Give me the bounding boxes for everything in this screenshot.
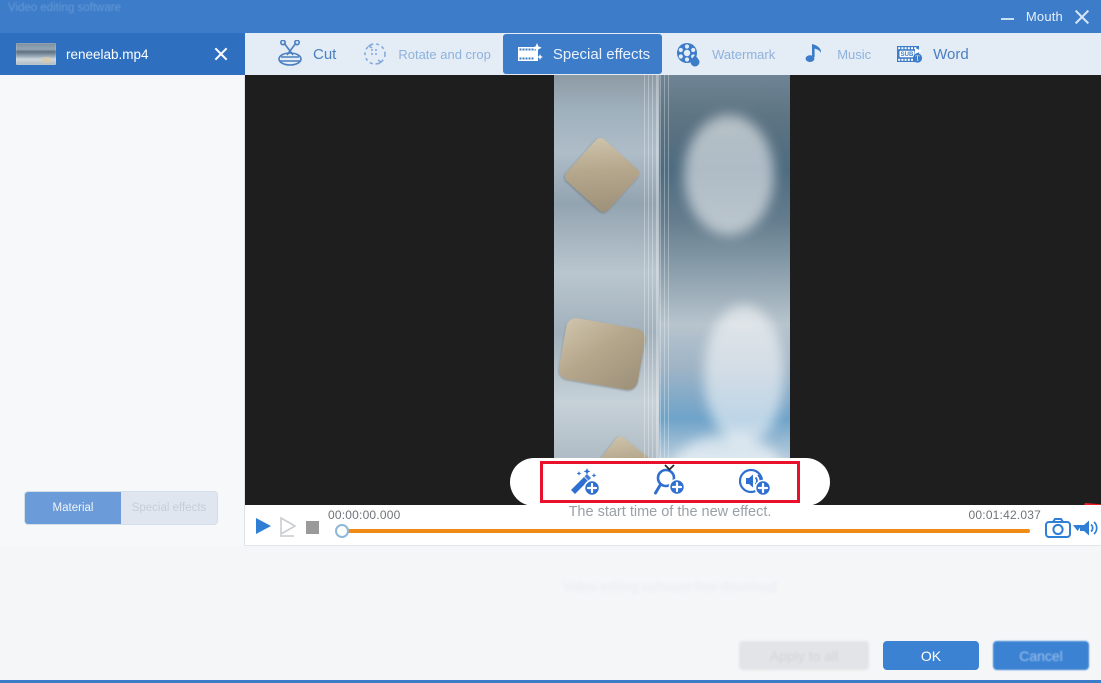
step-forward-icon[interactable] <box>278 516 300 538</box>
tab-rotate-and-crop[interactable]: Rotate and crop <box>348 34 503 74</box>
tab-word[interactable]: SUB T Word <box>883 34 981 74</box>
preview-cloud <box>684 115 774 235</box>
music-note-icon <box>799 40 829 68</box>
volume-icon[interactable] <box>1079 519 1099 537</box>
left-tab-material[interactable]: Material <box>25 492 121 524</box>
stop-icon[interactable] <box>306 521 319 534</box>
minimize-icon[interactable] <box>1000 10 1016 24</box>
tab-special-effects[interactable]: Special effects <box>502 34 663 74</box>
preview-cloud <box>704 305 784 445</box>
chevron-down-icon[interactable] <box>664 464 675 471</box>
subtitle-icon: SUB T <box>895 40 925 68</box>
bottom-pane: Video editing software free download App… <box>0 546 1101 683</box>
tab-word-label: Word <box>933 45 969 63</box>
rotate-icon <box>360 40 390 68</box>
file-tab[interactable]: reneelab.mp4 <box>0 33 245 75</box>
add-filter-effect-button[interactable] <box>565 466 605 498</box>
bottom-watermark-text: Video editing software free download <box>563 579 777 594</box>
file-tab-label: reneelab.mp4 <box>66 46 149 62</box>
timeline-track[interactable] <box>345 529 1030 533</box>
file-thumbnail <box>16 43 56 65</box>
main-toolbar: Cut Rotate and crop Special effects Wate… <box>245 33 1101 75</box>
file-tab-close-icon[interactable] <box>213 46 229 62</box>
tab-music-label: Music <box>837 46 872 62</box>
speaker-plus-icon <box>738 468 771 497</box>
window-controls: Mouth <box>1000 0 1091 33</box>
film-sparkle-icon <box>515 40 545 68</box>
tab-special-effects-label: Special effects <box>552 45 651 63</box>
tab-cut[interactable]: Cut <box>263 34 348 74</box>
scissors-icon <box>275 39 305 68</box>
annotation-arrow-icon <box>1084 503 1101 505</box>
total-time-label: 00:01:42.037 <box>968 508 1041 522</box>
magic-wand-plus-icon <box>571 468 601 497</box>
magnifier-plus-icon <box>653 468 686 496</box>
film-droplet-icon <box>674 40 704 68</box>
tab-music[interactable]: Music <box>787 34 883 74</box>
preview-seam <box>657 75 660 505</box>
play-icon[interactable] <box>253 516 273 536</box>
ok-button[interactable]: OK <box>883 641 979 670</box>
timeline-playhead[interactable] <box>335 524 349 538</box>
transport-bar: 00:00:00.000 00:01:42.037 <box>245 505 1101 546</box>
snapshot-icon[interactable] <box>1045 518 1071 538</box>
add-volume-effect-button[interactable] <box>735 466 775 498</box>
video-editor-window: Video editing software Mouth reneelab.mp… <box>0 0 1101 683</box>
video-preview[interactable] <box>554 75 790 505</box>
tab-watermark[interactable]: Watermark <box>662 34 787 74</box>
apply-to-all-button[interactable]: Apply to all <box>739 641 869 670</box>
preview-stage <box>245 75 1101 505</box>
close-icon[interactable] <box>1073 8 1091 26</box>
left-panel-tabs: Material Special effects <box>25 492 217 524</box>
current-time-label: 00:00:00.000 <box>328 508 401 522</box>
cancel-button[interactable]: Cancel <box>993 641 1089 670</box>
effect-toolbar <box>510 458 830 506</box>
left-panel: Material Special effects <box>0 75 245 546</box>
tab-cut-label: Cut <box>313 45 337 63</box>
window-title-label: Mouth <box>1025 9 1063 24</box>
dialog-buttons: Apply to all OK Cancel <box>739 641 1089 670</box>
title-bar: Video editing software Mouth <box>0 0 1101 33</box>
svg-text:T: T <box>916 54 921 62</box>
tab-watermark-label: Watermark <box>712 46 776 62</box>
svg-text:SUB: SUB <box>901 52 914 58</box>
left-tab-special-effects[interactable]: Special effects <box>121 492 217 524</box>
window-ghost-title: Video editing software <box>8 2 121 14</box>
tab-rotate-and-crop-label: Rotate and crop <box>398 46 491 62</box>
